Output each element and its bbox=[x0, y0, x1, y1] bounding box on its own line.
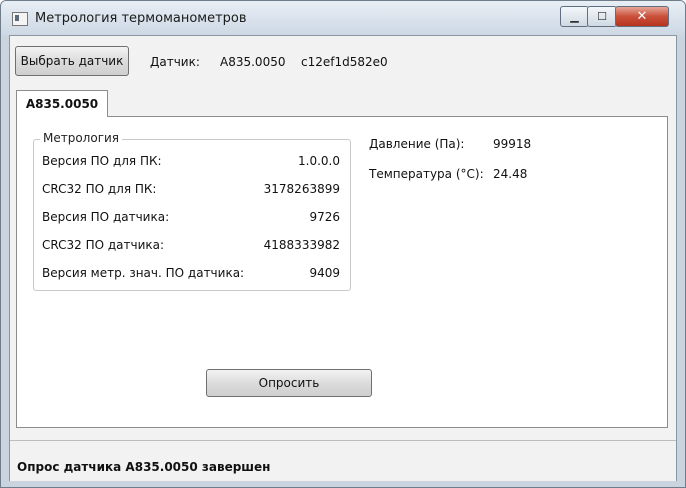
temperature-value: 24.48 bbox=[493, 167, 528, 181]
sensor-label: Датчик: bbox=[150, 55, 200, 69]
sensor-software-crc32-value: 4188333982 bbox=[263, 238, 340, 252]
pc-software-version-label: Версия ПО для ПК: bbox=[42, 154, 162, 168]
sensor-id: c12ef1d582e0 bbox=[301, 55, 388, 69]
sensor-name: A835.0050 bbox=[220, 55, 286, 69]
pressure-label: Давление (Па): bbox=[369, 137, 465, 151]
tab-panel: Метрология Версия ПО для ПК: 1.0.0.0 CRC… bbox=[16, 116, 668, 428]
metrology-group: Метрология Версия ПО для ПК: 1.0.0.0 CRC… bbox=[33, 131, 351, 291]
sensor-metrology-version-value: 9409 bbox=[309, 266, 340, 280]
maximize-icon: ☐ bbox=[597, 10, 607, 23]
temperature-label: Температура (°С): bbox=[369, 167, 484, 181]
window-title: Метрология термоманометров bbox=[35, 11, 247, 26]
pc-software-crc32-value: 3178263899 bbox=[263, 182, 340, 196]
sensor-software-version-value: 9726 bbox=[309, 210, 340, 224]
client-area: Выбрать датчик Датчик: A835.0050 c12ef1d… bbox=[9, 35, 677, 481]
pc-software-crc32-label: CRC32 ПО для ПК: bbox=[42, 182, 157, 196]
maximize-button[interactable]: ☐ bbox=[587, 6, 617, 27]
minimize-icon: ▁ bbox=[570, 10, 579, 23]
close-icon: ✕ bbox=[636, 9, 648, 24]
status-text: Опрос датчика A835.0050 завершен bbox=[17, 460, 271, 474]
sensor-software-version-label: Версия ПО датчика: bbox=[42, 210, 170, 224]
pressure-value: 99918 bbox=[493, 137, 532, 151]
title-bar[interactable]: Метрология термоманометров ▁ ☐ ✕ bbox=[1, 1, 685, 35]
pc-software-version-value: 1.0.0.0 bbox=[298, 154, 340, 168]
status-bar: Опрос датчика A835.0050 завершен bbox=[10, 440, 676, 481]
main-window: Метрология термоманометров ▁ ☐ ✕ Выбрать… bbox=[0, 0, 686, 488]
query-button[interactable]: Опросить bbox=[206, 369, 372, 397]
app-icon bbox=[12, 12, 28, 26]
sensor-software-crc32-label: CRC32 ПО датчика: bbox=[42, 238, 165, 252]
select-sensor-button[interactable]: Выбрать датчик bbox=[15, 46, 129, 76]
metrology-group-title: Метрология bbox=[40, 131, 123, 145]
close-button[interactable]: ✕ bbox=[615, 6, 669, 27]
minimize-button[interactable]: ▁ bbox=[560, 6, 589, 27]
tab-sensor[interactable]: A835.0050 bbox=[16, 90, 108, 117]
sensor-metrology-version-label: Версия метр. знач. ПО датчика: bbox=[42, 266, 245, 280]
